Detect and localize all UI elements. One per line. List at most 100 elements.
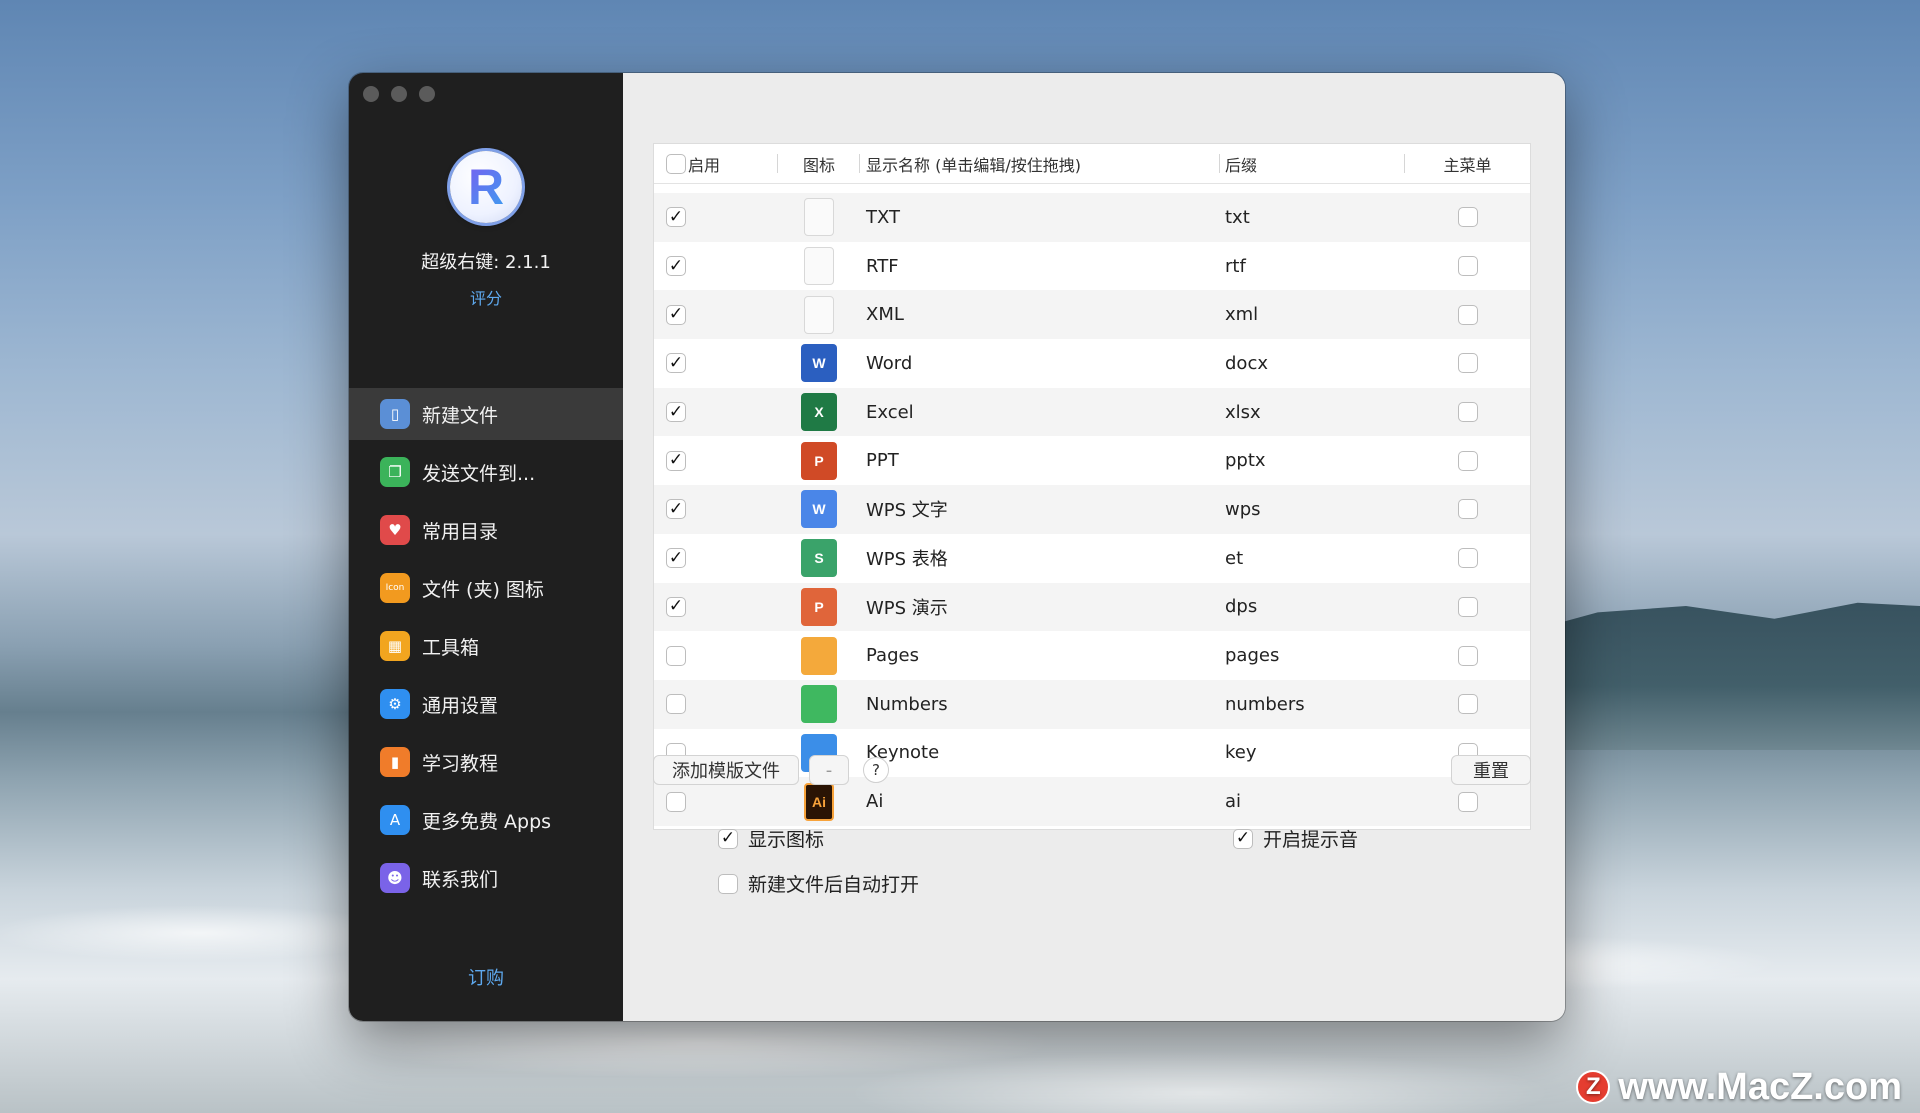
- sidebar-item-6[interactable]: ▮ 学习教程: [349, 736, 623, 788]
- header-enable-label: 启用: [688, 155, 721, 175]
- table-row[interactable]: ✓ S WPS 表格 et: [654, 534, 1530, 583]
- header-enable: 启用: [654, 144, 778, 183]
- enable-checkbox[interactable]: [666, 694, 686, 715]
- table-row[interactable]: ✓ TXT txt: [654, 193, 1530, 242]
- auto-open-checkbox[interactable]: [718, 873, 738, 894]
- enable-checkbox[interactable]: [666, 645, 686, 666]
- main-menu-checkbox[interactable]: [1457, 450, 1478, 471]
- cell-suffix: rtf: [1225, 255, 1246, 277]
- help-button[interactable]: ?: [863, 757, 889, 783]
- main-menu-checkbox[interactable]: [1457, 402, 1478, 423]
- enable-checkbox[interactable]: ✓: [666, 256, 686, 277]
- table-row[interactable]: ✓ P WPS 演示 dps: [654, 582, 1530, 632]
- cell-display-name[interactable]: WPS 表格: [860, 545, 1220, 571]
- table-row[interactable]: ✓ P PPT pptx: [654, 436, 1530, 485]
- table-row[interactable]: Numbers numbers: [654, 679, 1530, 729]
- sidebar-item-8[interactable]: ☻ 联系我们: [349, 852, 623, 904]
- cell-suffix: dps: [1225, 596, 1258, 618]
- table-row[interactable]: ✓ X Excel xlsx: [654, 387, 1530, 437]
- main-menu-checkbox[interactable]: [1457, 256, 1478, 277]
- cell-display-name[interactable]: WPS 演示: [860, 594, 1220, 620]
- enable-checkbox[interactable]: ✓: [666, 304, 686, 325]
- cell-display-name[interactable]: TXT: [860, 207, 1220, 228]
- main-menu-checkbox[interactable]: [1457, 694, 1478, 715]
- wps-presentation-icon: P: [801, 587, 837, 626]
- show-icon-option[interactable]: ✓ 显示图标: [718, 825, 824, 852]
- zoom-window-button[interactable]: [419, 86, 435, 102]
- main-menu-checkbox[interactable]: [1457, 353, 1478, 374]
- enable-checkbox[interactable]: [666, 791, 686, 812]
- main-menu-checkbox[interactable]: [1457, 645, 1478, 666]
- cell-icon: [778, 685, 860, 724]
- cell-display-name[interactable]: WPS 文字: [860, 496, 1220, 522]
- table-row[interactable]: ✓ RTF rtf: [654, 242, 1530, 291]
- main-menu-checkbox[interactable]: [1457, 207, 1478, 228]
- minimize-window-button[interactable]: [391, 86, 407, 102]
- sound-option[interactable]: ✓ 开启提示音: [1233, 825, 1358, 852]
- close-window-button[interactable]: [363, 86, 379, 102]
- cell-icon: P: [778, 587, 860, 626]
- cell-display-name[interactable]: Numbers: [860, 694, 1220, 715]
- enable-checkbox[interactable]: ✓: [666, 548, 686, 569]
- main-menu-checkbox[interactable]: [1457, 596, 1478, 617]
- enable-checkbox[interactable]: ✓: [666, 499, 686, 520]
- enable-checkbox[interactable]: ✓: [666, 596, 686, 617]
- cell-display-name[interactable]: Word: [860, 353, 1220, 374]
- reset-button[interactable]: 重置: [1451, 755, 1531, 785]
- select-all-checkbox[interactable]: [666, 153, 686, 174]
- watermark: Z www.MacZ.com: [1576, 1063, 1902, 1111]
- cell-icon: P: [778, 441, 860, 480]
- table-row[interactable]: ✓ W WPS 文字 wps: [654, 485, 1530, 534]
- sound-checkbox[interactable]: ✓: [1233, 828, 1253, 849]
- main-menu-checkbox[interactable]: [1457, 791, 1478, 812]
- table-row[interactable]: Pages pages: [654, 631, 1530, 680]
- cell-display-name[interactable]: Pages: [860, 645, 1220, 666]
- cell-display-name[interactable]: Keynote: [860, 742, 1220, 763]
- powerpoint-icon: P: [801, 441, 837, 480]
- sidebar-item-4[interactable]: ▦ 工具箱: [349, 620, 623, 672]
- sidebar-item-1[interactable]: ❐ 发送文件到...: [349, 446, 623, 498]
- template-table: 启用 图标 显示名称 (单击编辑/按住拖拽) 后缀 主菜单 ✓ TXT txt ✓ RT…: [653, 143, 1531, 830]
- auto-open-option[interactable]: 新建文件后自动打开: [718, 870, 919, 897]
- cell-display-name[interactable]: Excel: [860, 402, 1220, 423]
- add-template-button[interactable]: 添加模版文件: [653, 755, 799, 785]
- enable-checkbox[interactable]: ✓: [666, 450, 686, 471]
- cell-icon: S: [778, 539, 860, 578]
- header-name: 显示名称 (单击编辑/按住拖拽): [860, 144, 1220, 183]
- cell-display-name[interactable]: Ai: [860, 791, 1220, 812]
- cell-enable: ✓: [654, 450, 778, 471]
- subscribe-link[interactable]: 订购: [349, 964, 623, 990]
- cell-enable: [654, 694, 778, 715]
- main-menu-checkbox[interactable]: [1457, 499, 1478, 520]
- table-row[interactable]: ✓ XML xml: [654, 290, 1530, 340]
- enable-checkbox[interactable]: ✓: [666, 207, 686, 228]
- rtf-file-icon: [804, 247, 834, 286]
- rate-link[interactable]: 评分: [349, 285, 623, 309]
- enable-checkbox[interactable]: ✓: [666, 353, 686, 374]
- main-menu-checkbox[interactable]: [1457, 304, 1478, 325]
- table-row[interactable]: ✓ W Word docx: [654, 339, 1530, 388]
- sidebar-item-2[interactable]: ♥ 常用目录: [349, 504, 623, 556]
- table-body[interactable]: ✓ TXT txt ✓ RTF rtf ✓ XML xml ✓ W Word docx ✓ X Excel xl…: [654, 193, 1530, 826]
- remove-template-button[interactable]: -: [809, 755, 849, 785]
- sidebar-item-0[interactable]: ▯ 新建文件: [349, 388, 623, 440]
- cell-enable: ✓: [654, 256, 778, 277]
- sidebar-item-label: 文件 (夹) 图标: [422, 578, 544, 601]
- cell-enable: ✓: [654, 402, 778, 423]
- main-menu-checkbox[interactable]: [1457, 548, 1478, 569]
- cell-enable: ✓: [654, 207, 778, 228]
- cell-suffix: txt: [1225, 206, 1250, 228]
- show-icon-checkbox[interactable]: ✓: [718, 828, 738, 849]
- sidebar-item-7[interactable]: A 更多免费 Apps: [349, 794, 623, 846]
- enable-checkbox[interactable]: ✓: [666, 402, 686, 423]
- cell-display-name[interactable]: RTF: [860, 256, 1220, 277]
- sidebar-item-3[interactable]: Icon 文件 (夹) 图标: [349, 562, 623, 614]
- cell-display-name[interactable]: PPT: [860, 450, 1220, 471]
- sidebar-item-5[interactable]: ⚙ 通用设置: [349, 678, 623, 730]
- cell-main-menu: [1405, 548, 1530, 569]
- cell-suffix: docx: [1225, 352, 1268, 374]
- txt-file-icon: [804, 198, 834, 237]
- show-icon-label: 显示图标: [748, 829, 825, 851]
- cell-display-name[interactable]: XML: [860, 304, 1220, 325]
- cell-main-menu: [1405, 499, 1530, 520]
